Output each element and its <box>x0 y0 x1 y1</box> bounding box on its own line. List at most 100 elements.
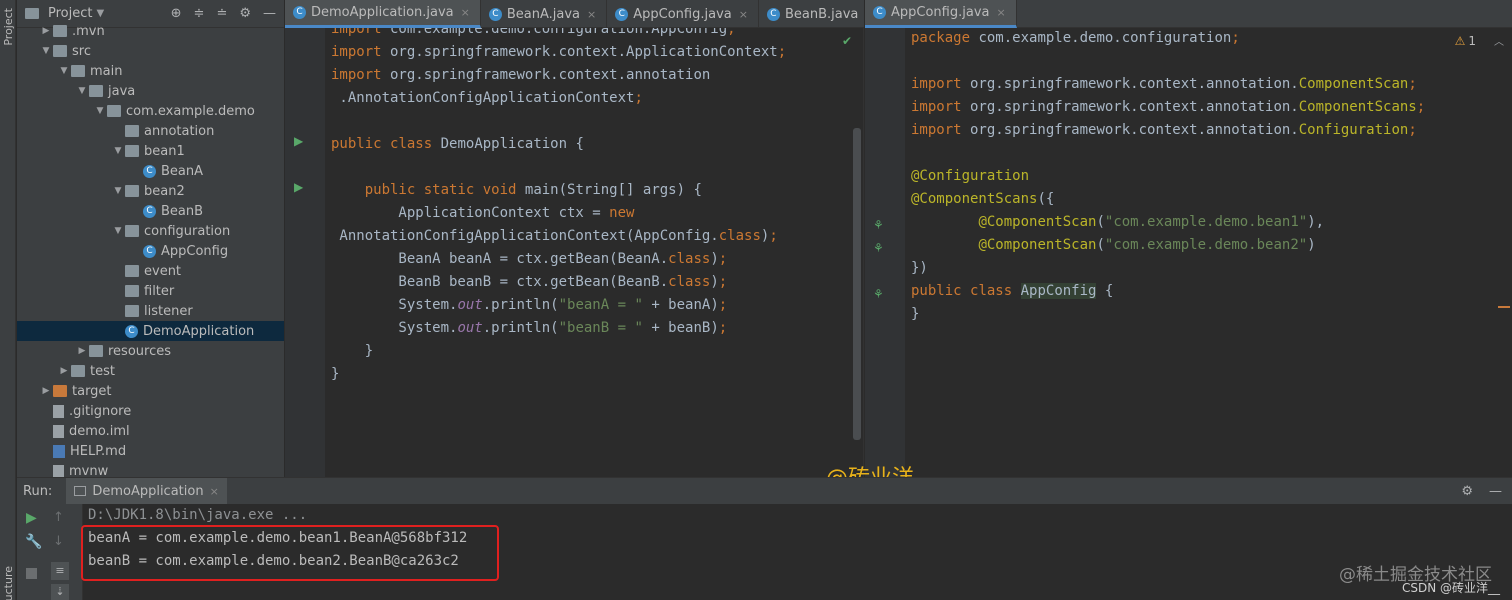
chevron-down-icon[interactable]: ▼ <box>111 226 125 236</box>
tree-item[interactable]: ▶ .mvn <box>17 21 105 41</box>
chevron-down-icon[interactable]: ▼ <box>39 46 53 56</box>
chevron-down-icon[interactable]: ▼ <box>75 86 89 96</box>
close-icon[interactable]: × <box>996 6 1005 19</box>
bean-scan-icon[interactable]: ⚘ <box>873 241 884 255</box>
run-main-icon[interactable]: ▶ <box>294 180 303 194</box>
code-line[interactable]: } <box>911 303 919 326</box>
tree-item[interactable]: ▶ test <box>17 361 115 381</box>
tree-item[interactable]: ▶ target <box>17 381 112 401</box>
tree-item[interactable]: ▼ com.example.demo <box>17 101 255 121</box>
code-line[interactable]: System.out.println("beanB = " + beanB); <box>331 317 727 340</box>
minimize-icon[interactable]: — <box>263 6 276 21</box>
run-class-icon[interactable]: ▶ <box>294 134 303 148</box>
tree-item[interactable]: C BeanB <box>17 201 203 221</box>
tree-item[interactable]: ▶ resources <box>17 341 171 361</box>
gear-icon[interactable]: ⚙ <box>239 6 251 21</box>
code-line[interactable]: ApplicationContext ctx = new <box>331 202 634 225</box>
editor-tab[interactable]: C AppConfig.java × <box>607 0 759 28</box>
tree-item[interactable]: filter <box>17 281 174 301</box>
chevron-right-icon[interactable]: ▶ <box>75 346 89 356</box>
gear-icon[interactable]: ⚙ <box>1461 484 1473 499</box>
code-line[interactable]: import org.springframework.context.annot… <box>911 96 1425 119</box>
code-line[interactable]: } <box>331 340 373 363</box>
arrow-down-icon[interactable]: ↓ <box>53 534 64 549</box>
run-tab[interactable]: DemoApplication × <box>66 477 227 505</box>
code-line[interactable]: }) <box>911 257 928 280</box>
code-line[interactable]: AnnotationConfigApplicationContext(AppCo… <box>331 225 777 248</box>
code-line[interactable]: BeanB beanB = ctx.getBean(BeanB.class); <box>331 271 727 294</box>
code-line[interactable]: import org.springframework.context.annot… <box>911 119 1417 142</box>
code-line[interactable]: @Configuration <box>911 165 1029 188</box>
chevron-down-icon[interactable]: ▼ <box>111 146 125 156</box>
close-icon[interactable]: × <box>461 6 470 19</box>
tree-item[interactable]: HELP.md <box>17 441 126 461</box>
tree-item[interactable]: event <box>17 261 181 281</box>
arrow-up-icon[interactable]: ↑ <box>53 510 64 525</box>
class-icon: C <box>143 164 156 178</box>
tree-item[interactable]: listener <box>17 301 193 321</box>
tree-item[interactable]: annotation <box>17 121 214 141</box>
code-line[interactable]: @ComponentScans({ <box>911 188 1054 211</box>
tree-item[interactable]: C DemoApplication <box>17 321 284 341</box>
close-icon[interactable]: × <box>587 8 596 21</box>
tree-item[interactable]: C AppConfig <box>17 241 228 261</box>
code-line[interactable]: public class DemoApplication { <box>331 133 584 156</box>
tree-item[interactable]: demo.iml <box>17 421 130 441</box>
inspection-widget[interactable]: ⚠ 1 <box>1455 34 1476 48</box>
chevron-down-icon[interactable]: ▼ <box>57 66 71 76</box>
chevron-down-icon[interactable]: ▼ <box>93 106 107 116</box>
right-editor-tabs: C AppConfig.java × <box>865 0 1512 28</box>
tree-item[interactable]: ▼ configuration <box>17 221 231 241</box>
tree-item[interactable]: ▼ java <box>17 81 136 101</box>
tree-item[interactable]: ▼ bean2 <box>17 181 185 201</box>
code-line[interactable]: public static void main(String[] args) { <box>331 179 702 202</box>
tree-item[interactable]: .gitignore <box>17 401 131 421</box>
structure-tool-button[interactable]: ucture <box>2 566 15 600</box>
tree-item[interactable]: mvnw <box>17 461 108 477</box>
expand-all-icon[interactable]: ≑ <box>194 6 205 21</box>
code-line[interactable]: BeanA beanA = ctx.getBean(BeanA.class); <box>331 248 727 271</box>
chevron-down-icon[interactable]: ▼ <box>96 8 104 19</box>
locate-icon[interactable]: ⊕ <box>171 6 182 21</box>
editor-tab[interactable]: C AppConfig.java × <box>865 0 1017 28</box>
code-line[interactable]: package com.example.demo.configuration; <box>911 28 1240 50</box>
soft-wrap-icon[interactable]: ≡ <box>51 562 69 580</box>
tree-item[interactable]: C BeanA <box>17 161 203 181</box>
chevron-right-icon[interactable]: ▶ <box>39 26 53 36</box>
code-line[interactable]: } <box>331 363 339 386</box>
bean-config-icon[interactable]: ⚘ <box>873 287 884 301</box>
code-line[interactable]: System.out.println("beanA = " + beanA); <box>331 294 727 317</box>
right-editor[interactable]: package com.example.demo.configuration; i… <box>865 28 1512 477</box>
project-tool-button[interactable]: Project <box>2 8 15 46</box>
code-line[interactable]: @ComponentScan("com.example.demo.bean1")… <box>911 211 1324 234</box>
chevron-up-icon[interactable]: ︿ <box>1494 33 1504 48</box>
code-line[interactable]: import org.springframework.context.Appli… <box>331 41 786 64</box>
tree-item[interactable]: ▼ main <box>17 61 123 81</box>
chevron-right-icon[interactable]: ▶ <box>39 386 53 396</box>
chevron-right-icon[interactable]: ▶ <box>57 366 71 376</box>
code-line[interactable]: public class AppConfig { <box>911 280 1113 303</box>
code-line[interactable]: @ComponentScan("com.example.demo.bean2") <box>911 234 1315 257</box>
collapse-all-icon[interactable]: ≐ <box>216 6 227 21</box>
editor-tab[interactable]: C BeanA.java × <box>481 0 608 28</box>
close-icon[interactable]: × <box>210 485 219 498</box>
left-editor[interactable]: import com.example.demo.configuration.Ap… <box>285 28 864 477</box>
stop-icon[interactable] <box>26 568 37 579</box>
scroll-to-end-icon[interactable]: ⇣ <box>51 584 69 600</box>
project-panel-title[interactable]: Project <box>48 6 92 21</box>
rerun-icon[interactable]: ▶ <box>26 510 37 526</box>
minimize-icon[interactable]: — <box>1489 484 1502 499</box>
code-line[interactable]: import org.springframework.context.annot… <box>331 64 710 87</box>
tree-item[interactable]: ▼ src <box>17 41 91 61</box>
error-stripe-mark[interactable] <box>1498 306 1510 308</box>
close-icon[interactable]: × <box>739 8 748 21</box>
chevron-down-icon[interactable]: ▼ <box>111 186 125 196</box>
left-editor-scrollbar[interactable] <box>853 128 861 440</box>
bean-scan-icon[interactable]: ⚘ <box>873 218 884 232</box>
tree-item[interactable]: ▼ bean1 <box>17 141 185 161</box>
code-line[interactable]: .AnnotationConfigApplicationContext; <box>331 87 642 110</box>
editor-tab[interactable]: C DemoApplication.java × <box>285 0 481 28</box>
wrench-icon[interactable]: 🔧 <box>25 534 42 550</box>
code-line[interactable]: import org.springframework.context.annot… <box>911 73 1417 96</box>
code-line[interactable]: import com.example.demo.configuration.Ap… <box>331 28 736 41</box>
